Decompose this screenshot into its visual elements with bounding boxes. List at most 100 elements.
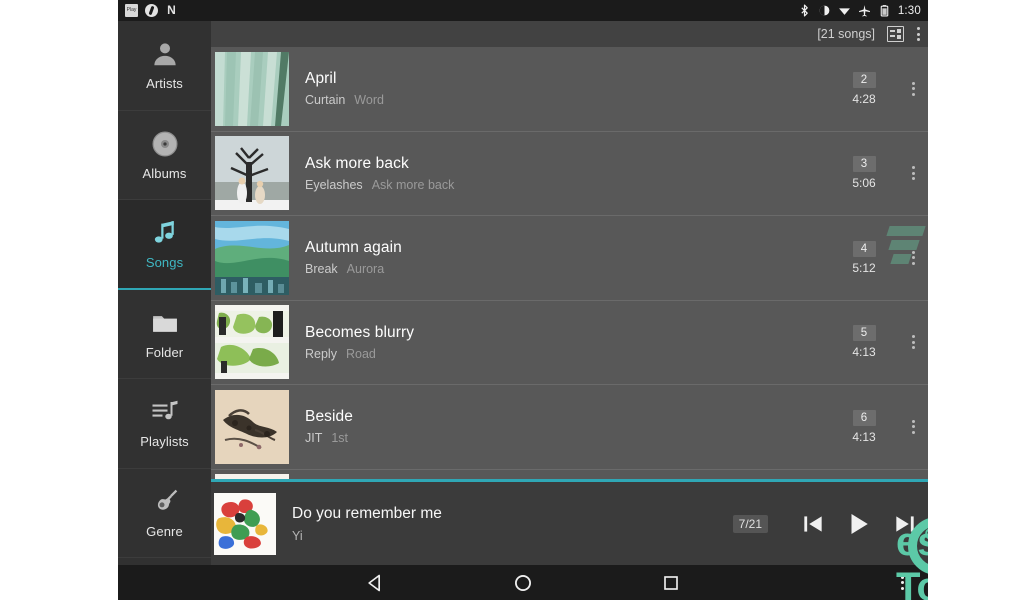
letterbox-left (0, 0, 118, 600)
song-artist: Eyelashes (305, 177, 363, 192)
sidebar-item-folder[interactable]: Folder (118, 290, 211, 379)
action-bar: [21 songs] (211, 21, 928, 47)
song-album: Word (354, 93, 384, 108)
back-button[interactable] (362, 570, 388, 596)
letterbox-right (928, 0, 1036, 600)
sidebar-label-artists: Artists (146, 76, 183, 92)
status-bar-system[interactable]: 1:30 (798, 4, 921, 17)
song-meta: Reply Road (305, 347, 834, 361)
person-icon (150, 39, 180, 69)
album-art (215, 305, 289, 380)
song-title: Autumn again (305, 239, 402, 257)
do-not-disturb-icon (818, 4, 831, 17)
folder-icon (150, 308, 180, 338)
sidebar-label-playlists: Playlists (140, 434, 189, 450)
table-row[interactable]: April Curtain Word 2 4:28 (211, 47, 928, 132)
app-notification-icon-1: Play (125, 4, 138, 17)
overflow-menu-icon[interactable] (916, 27, 920, 41)
sidebar-navigation: Artists Albums Songs Folder Playlists Ge… (118, 21, 211, 565)
table-row[interactable] (211, 470, 928, 479)
nav-overflow-menu[interactable] (900, 575, 904, 590)
song-stats: 4 5:12 (834, 240, 894, 275)
song-duration: 5:12 (852, 260, 876, 275)
now-playing-album-art (214, 492, 276, 555)
song-album: Aurora (346, 262, 385, 277)
song-duration: 5:06 (852, 176, 876, 191)
recents-button[interactable] (658, 570, 684, 596)
song-meta: JIT 1st (305, 431, 834, 445)
track-number-badge: 3 (852, 156, 876, 173)
previous-track-button[interactable] (790, 501, 836, 547)
song-album: Ask more back (371, 177, 455, 192)
song-title: Becomes blurry (305, 323, 415, 341)
song-title: Ask more back (305, 154, 409, 172)
now-playing-title: Do you remember me (292, 504, 442, 522)
status-bar-clock: 1:30 (897, 4, 921, 17)
song-artist: JIT (305, 431, 323, 446)
sidebar-label-albums: Albums (142, 165, 187, 181)
song-duration: 4:28 (852, 91, 876, 106)
song-album: 1st (331, 431, 349, 446)
table-row[interactable]: Autumn again Break Aurora 4 5:12 (211, 216, 928, 301)
song-info: Autumn again Break Aurora (305, 239, 834, 276)
equalizer-icon[interactable] (887, 26, 904, 42)
sidebar-item-albums[interactable]: Albums (118, 111, 211, 200)
status-bar: Play N 1:30 (118, 0, 928, 21)
home-button[interactable] (510, 570, 536, 596)
now-playing-bar[interactable]: Do you remember me Yi 7/21 (211, 479, 928, 565)
sidebar-item-genre[interactable]: Genre (118, 469, 211, 558)
song-title: April (305, 70, 337, 88)
sidebar-item-playlists[interactable]: Playlists (118, 379, 211, 469)
row-overflow-menu[interactable] (898, 301, 928, 385)
screenshot-root: Play N 1:30 Artists Albums Songs Folder … (0, 0, 1036, 600)
song-info: April Curtain Word (305, 70, 834, 107)
status-bar-notifications[interactable]: Play N (125, 4, 178, 17)
album-art (215, 51, 289, 126)
song-title: Beside (305, 408, 353, 426)
song-info: Becomes blurry Reply Road (305, 324, 834, 361)
album-art (215, 220, 289, 295)
track-number-badge: 5 (852, 325, 876, 342)
row-overflow-menu[interactable] (898, 385, 928, 469)
song-meta: Curtain Word (305, 93, 834, 107)
song-stats: 2 4:28 (834, 71, 894, 106)
sidebar-item-songs[interactable]: Songs (118, 200, 211, 290)
song-meta: Break Aurora (305, 262, 834, 276)
song-artist: Curtain (305, 93, 346, 108)
song-stats: 3 5:06 (834, 156, 894, 190)
guitar-icon (150, 487, 180, 517)
disc-icon (150, 129, 180, 159)
next-track-button[interactable] (882, 501, 928, 547)
song-artist: Reply (305, 346, 337, 361)
track-number-badge: 6 (852, 409, 876, 426)
app-notification-icon-2 (145, 4, 158, 17)
now-playing-artist: Yi (292, 528, 303, 543)
sidebar-label-genre: Genre (146, 523, 183, 539)
play-button[interactable] (836, 501, 882, 547)
song-meta: Eyelashes Ask more back (305, 178, 834, 192)
sidebar-item-artists[interactable]: Artists (118, 21, 211, 111)
table-row[interactable]: Beside JIT 1st 6 4:13 (211, 385, 928, 470)
table-row[interactable]: Ask more back Eyelashes Ask more back 3 5… (211, 132, 928, 216)
song-info: Ask more back Eyelashes Ask more back (305, 155, 834, 192)
battery-icon (878, 4, 891, 17)
song-list[interactable]: April Curtain Word 2 4:28 Ask more back … (211, 47, 928, 479)
song-duration: 4:13 (852, 345, 876, 360)
sidebar-label-songs: Songs (145, 255, 184, 271)
now-playing-info: Do you remember me Yi (292, 505, 733, 543)
song-stats: 5 4:13 (834, 325, 894, 359)
android-tablet-screen: Play N 1:30 Artists Albums Songs Folder … (118, 0, 928, 600)
track-number-badge: 2 (852, 71, 876, 88)
row-overflow-menu[interactable] (898, 132, 928, 216)
playlist-icon (150, 397, 180, 427)
song-artist: Break (305, 262, 338, 277)
bluetooth-icon (798, 4, 811, 17)
music-note-icon (150, 218, 180, 248)
airplane-mode-icon (858, 4, 871, 17)
table-row[interactable]: Becomes blurry Reply Road 5 4:13 (211, 301, 928, 385)
song-info: Beside JIT 1st (305, 408, 834, 445)
song-stats: 6 4:13 (834, 409, 894, 444)
album-art (215, 136, 289, 211)
row-overflow-menu[interactable] (898, 216, 928, 300)
row-overflow-menu[interactable] (898, 47, 928, 131)
